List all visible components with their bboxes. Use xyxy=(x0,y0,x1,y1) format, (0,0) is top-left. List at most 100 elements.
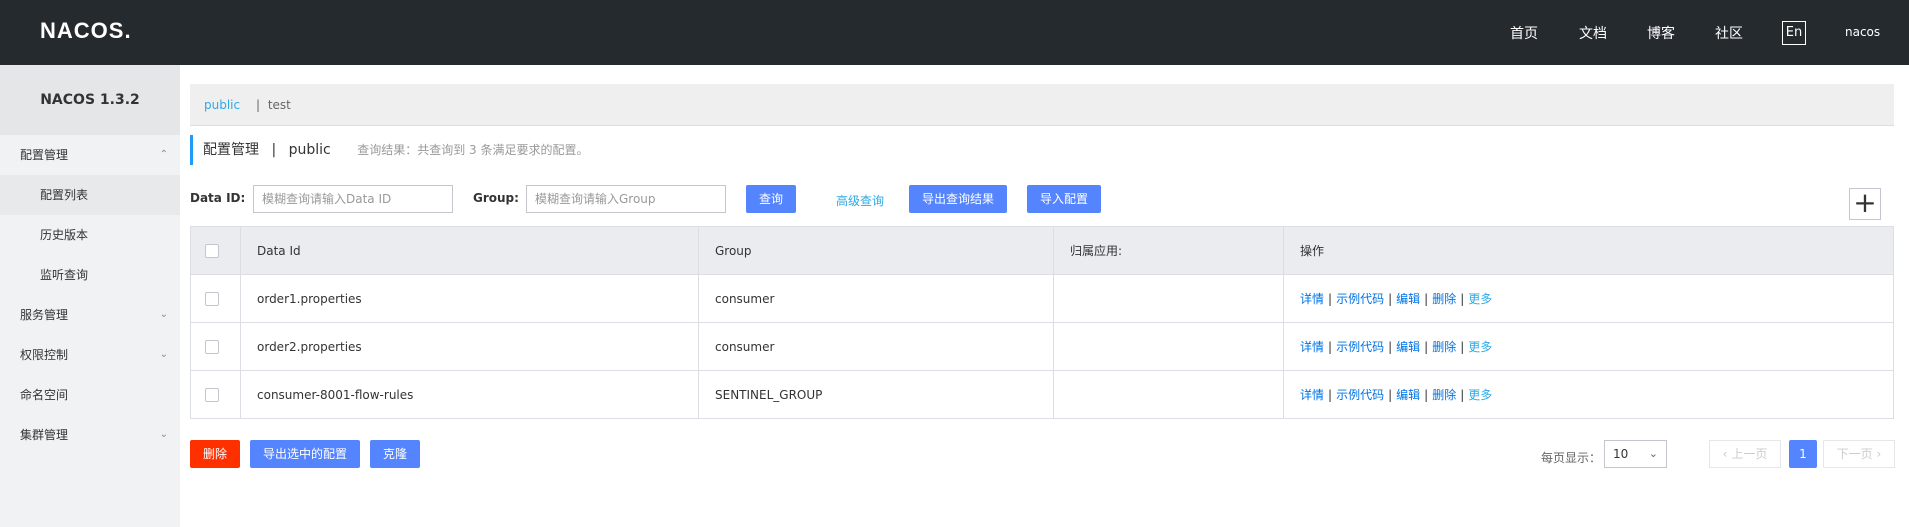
page-title: 配置管理 | public 查询结果：共查询到 3 条满足要求的配置。 xyxy=(190,135,588,165)
column-header-ops: 操作 xyxy=(1283,226,1894,275)
sidebar-item-service-management[interactable]: 服务管理 ⌄ xyxy=(0,295,180,335)
ops-separator: | xyxy=(1424,292,1429,306)
ops-separator: | xyxy=(1460,340,1465,354)
sidebar-item-config-management[interactable]: 配置管理 ⌃ xyxy=(0,135,180,175)
next-page-label: 下一页 xyxy=(1836,447,1873,461)
column-header-app: 归属应用: xyxy=(1053,226,1284,275)
language-switch-button[interactable]: En xyxy=(1782,21,1806,45)
more-link[interactable]: 更多 xyxy=(1468,388,1492,402)
search-row: Data ID: Group: 查询 高级查询 导出查询结果 导入配置 xyxy=(190,185,1909,213)
sidebar-item-access-control[interactable]: 权限控制 ⌄ xyxy=(0,335,180,375)
detail-link[interactable]: 详情 xyxy=(1300,340,1324,354)
ops-separator: | xyxy=(1424,388,1429,402)
ops-separator: | xyxy=(1460,388,1465,402)
import-config-button[interactable]: 导入配置 xyxy=(1027,185,1101,213)
page-1-button[interactable]: 1 xyxy=(1789,440,1817,468)
query-button[interactable]: 查询 xyxy=(746,185,796,213)
namespace-public[interactable]: public xyxy=(204,98,240,112)
sample-code-link[interactable]: 示例代码 xyxy=(1336,388,1384,402)
sidebar-item-label: 监听查询 xyxy=(40,268,89,282)
dataid-label: Data ID: xyxy=(190,191,246,205)
row-checkbox[interactable] xyxy=(205,291,219,306)
top-bar: NACOS. 首页 文档 博客 社区 En nacos xyxy=(0,0,1909,65)
plus-icon: + xyxy=(1853,186,1877,219)
select-all-cell xyxy=(190,226,241,275)
user-menu[interactable]: nacos xyxy=(1845,25,1880,39)
nav-blog[interactable]: 博客 xyxy=(1647,23,1675,43)
next-page-button[interactable]: 下一页 › xyxy=(1823,440,1895,468)
table-header-row: Data Id Group 归属应用: 操作 xyxy=(190,226,1894,275)
edit-link[interactable]: 编辑 xyxy=(1396,388,1420,402)
cell-dataid: order2.properties xyxy=(240,322,699,371)
sidebar-item-config-list[interactable]: 配置列表 xyxy=(0,175,180,215)
prev-page-button[interactable]: ‹ 上一页 xyxy=(1709,440,1781,468)
delete-link[interactable]: 删除 xyxy=(1432,388,1456,402)
sidebar-item-label: 集群管理 xyxy=(20,428,69,442)
title-separator: | xyxy=(271,142,277,158)
main-content: public | test 配置管理 | public 查询结果：共查询到 3 … xyxy=(180,65,1909,527)
edit-link[interactable]: 编辑 xyxy=(1396,292,1420,306)
namespace-test[interactable]: test xyxy=(268,98,291,112)
ops-separator: | xyxy=(1388,388,1393,402)
export-results-button[interactable]: 导出查询结果 xyxy=(909,185,1007,213)
sidebar-item-cluster-management[interactable]: 集群管理 ⌄ xyxy=(0,415,180,455)
row-checkbox[interactable] xyxy=(205,387,219,402)
prev-page-label: 上一页 xyxy=(1731,447,1768,461)
row-select-cell xyxy=(190,274,241,323)
delete-link[interactable]: 删除 xyxy=(1432,340,1456,354)
page-namespace: public xyxy=(288,142,331,158)
more-link[interactable]: 更多 xyxy=(1468,292,1492,306)
sample-code-link[interactable]: 示例代码 xyxy=(1336,340,1384,354)
cell-app xyxy=(1053,274,1284,323)
cell-ops: 详情 | 示例代码 | 编辑 | 删除 | 更多 xyxy=(1283,322,1894,371)
row-select-cell xyxy=(190,370,241,419)
select-all-checkbox[interactable] xyxy=(205,243,219,258)
sample-code-link[interactable]: 示例代码 xyxy=(1336,292,1384,306)
table-row: order1.properties consumer 详情 | 示例代码 | 编辑 | 删除… xyxy=(190,274,1894,323)
sidebar-item-label: 命名空间 xyxy=(20,388,69,402)
group-search-input[interactable] xyxy=(526,185,726,213)
detail-link[interactable]: 详情 xyxy=(1300,292,1324,306)
ops-separator: | xyxy=(1460,292,1465,306)
batch-delete-button[interactable]: 删除 xyxy=(190,440,240,468)
ops-separator: | xyxy=(1388,340,1393,354)
sidebar-item-namespace[interactable]: 命名空间 xyxy=(0,375,180,415)
query-result-text: 查询结果：共查询到 3 条满足要求的配置。 xyxy=(357,143,589,157)
sidebar-item-label: 权限控制 xyxy=(20,348,69,362)
nav-docs[interactable]: 文档 xyxy=(1579,23,1607,43)
dataid-search-input[interactable] xyxy=(253,185,453,213)
cell-dataid: consumer-8001-flow-rules xyxy=(240,370,699,419)
export-selected-button[interactable]: 导出选中的配置 xyxy=(250,440,360,468)
namespace-separator: | xyxy=(255,98,260,112)
column-header-dataid: Data Id xyxy=(240,226,699,275)
more-link[interactable]: 更多 xyxy=(1468,340,1492,354)
add-config-button[interactable]: + xyxy=(1849,188,1881,220)
ops-separator: | xyxy=(1328,340,1333,354)
row-checkbox[interactable] xyxy=(205,339,219,354)
chevron-down-icon: ⌄ xyxy=(159,349,168,360)
edit-link[interactable]: 编辑 xyxy=(1396,340,1420,354)
cell-ops: 详情 | 示例代码 | 编辑 | 删除 | 更多 xyxy=(1283,370,1894,419)
per-page-value: 10 xyxy=(1613,447,1629,461)
per-page-label: 每页显示： xyxy=(1541,451,1602,465)
sidebar-item-history[interactable]: 历史版本 xyxy=(0,215,180,255)
group-label: Group: xyxy=(473,191,519,205)
clone-button[interactable]: 克隆 xyxy=(370,440,420,468)
advanced-query-link[interactable]: 高级查询 xyxy=(836,192,884,209)
nav-home[interactable]: 首页 xyxy=(1510,23,1538,43)
per-page-select[interactable]: 10 ⌄ xyxy=(1604,440,1667,468)
ops-separator: | xyxy=(1328,292,1333,306)
row-select-cell xyxy=(190,322,241,371)
detail-link[interactable]: 详情 xyxy=(1300,388,1324,402)
config-table: Data Id Group 归属应用: 操作 order1.properties… xyxy=(190,226,1894,419)
nav-community[interactable]: 社区 xyxy=(1715,23,1743,43)
chevron-down-icon: ⌄ xyxy=(159,429,168,440)
delete-link[interactable]: 删除 xyxy=(1432,292,1456,306)
page-title-text: 配置管理 xyxy=(203,142,259,158)
chevron-up-icon: ⌃ xyxy=(159,149,168,160)
chevron-right-icon: › xyxy=(1876,447,1882,461)
cell-ops: 详情 | 示例代码 | 编辑 | 删除 | 更多 xyxy=(1283,274,1894,323)
cell-group: SENTINEL_GROUP xyxy=(698,370,1054,419)
sidebar-item-listener-query[interactable]: 监听查询 xyxy=(0,255,180,295)
nacos-logo[interactable]: NACOS. xyxy=(40,18,132,44)
